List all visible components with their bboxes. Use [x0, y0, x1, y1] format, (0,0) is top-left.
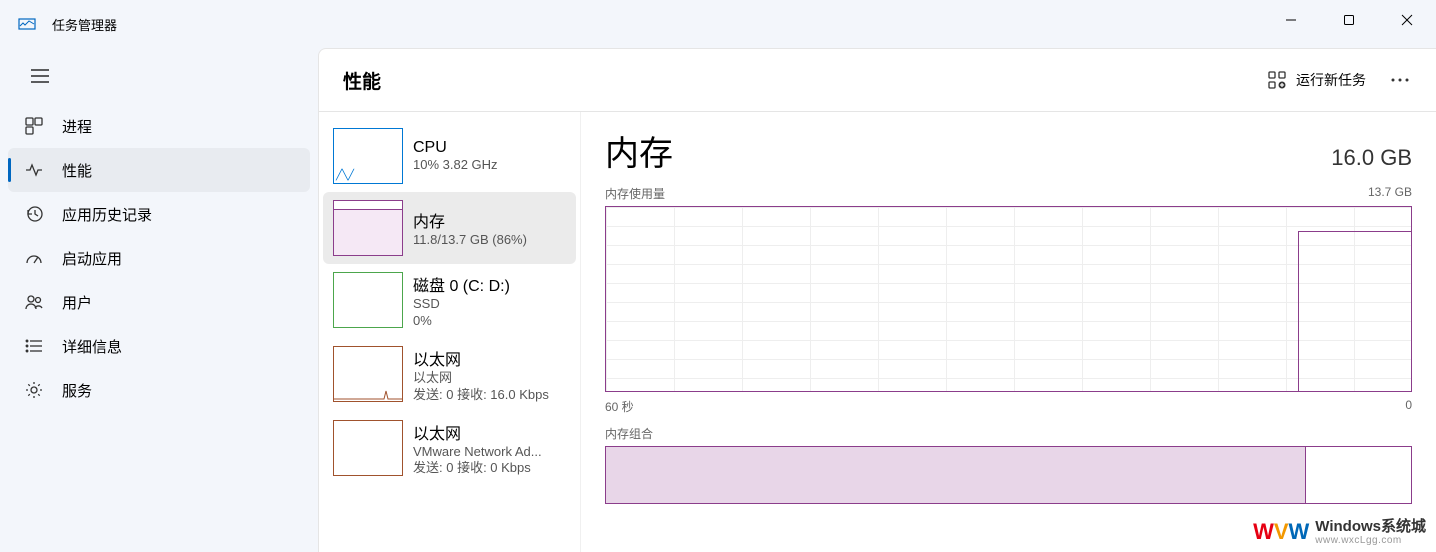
page-title: 性能 — [343, 67, 1256, 94]
perf-item-cpu[interactable]: ╱╲╱ CPU 10% 3.82 GHz — [323, 120, 576, 192]
perf-item-name: 以太网 — [413, 420, 542, 444]
watermark-logo: WVW — [1253, 519, 1309, 545]
history-icon — [24, 204, 44, 224]
watermark: WVW Windows系统城 www.wxcLgg.com — [1253, 519, 1426, 547]
usage-label: 内存使用量 — [605, 185, 665, 202]
titlebar: 任务管理器 — [0, 0, 1436, 48]
content-area: 性能 运行新任务 ╱╲╱ CPU 10% 3.82 GHz — [318, 48, 1436, 552]
perf-item-disk[interactable]: 磁盘 0 (C: D:) SSD 0% — [323, 264, 576, 338]
perf-item-sub2: 发送: 0 接收: 0 Kbps — [413, 460, 542, 477]
run-task-icon — [1268, 71, 1286, 89]
watermark-text: Windows系统城 — [1315, 519, 1426, 536]
x-axis-start: 60 秒 — [605, 398, 634, 415]
perf-category-list: ╱╲╱ CPU 10% 3.82 GHz 内存 11.8/13.7 GB (86… — [319, 112, 581, 552]
sidebar-item-label: 用户 — [62, 292, 92, 313]
memory-sparkline — [333, 200, 403, 256]
sidebar-item-label: 服务 — [62, 380, 92, 401]
run-task-label: 运行新任务 — [1296, 70, 1366, 90]
cpu-sparkline: ╱╲╱ — [333, 128, 403, 184]
sidebar-item-history[interactable]: 应用历史记录 — [8, 192, 310, 236]
sidebar-item-performance[interactable]: 性能 — [8, 148, 310, 192]
perf-item-name: 以太网 — [413, 346, 549, 370]
sidebar-item-processes[interactable]: 进程 — [8, 104, 310, 148]
minimize-button[interactable] — [1262, 0, 1320, 40]
perf-item-sub: SSD — [413, 296, 510, 313]
users-icon — [24, 292, 44, 312]
hamburger-button[interactable] — [16, 56, 64, 96]
perf-item-sub: 以太网 — [413, 370, 549, 387]
x-axis-end: 0 — [1405, 398, 1412, 415]
perf-item-ethernet-2[interactable]: 以太网 VMware Network Ad... 发送: 0 接收: 0 Kbp… — [323, 412, 576, 486]
list-icon — [24, 336, 44, 356]
perf-item-sub2: 0% — [413, 313, 510, 330]
ethernet-sparkline — [333, 420, 403, 476]
perf-item-name: 磁盘 0 (C: D:) — [413, 272, 510, 296]
watermark-url: www.wxcLgg.com — [1315, 535, 1426, 546]
perf-detail-panel: 内存 16.0 GB 内存使用量 13.7 GB 60 秒 0 内存组合 — [581, 112, 1436, 552]
window-title: 任务管理器 — [52, 15, 117, 34]
maximize-button[interactable] — [1320, 0, 1378, 40]
disk-sparkline — [333, 272, 403, 328]
perf-item-ethernet-1[interactable]: 以太网 以太网 发送: 0 接收: 16.0 Kbps — [323, 338, 576, 412]
sidebar-item-startup[interactable]: 启动应用 — [8, 236, 310, 280]
perf-item-sub2: 发送: 0 接收: 16.0 Kbps — [413, 387, 549, 404]
perf-item-memory[interactable]: 内存 11.8/13.7 GB (86%) — [323, 192, 576, 264]
more-button[interactable] — [1378, 78, 1422, 82]
ethernet-sparkline — [333, 346, 403, 402]
close-button[interactable] — [1378, 0, 1436, 40]
window-controls — [1262, 0, 1436, 40]
content-header: 性能 运行新任务 — [319, 49, 1436, 111]
gear-icon — [24, 380, 44, 400]
gauge-icon — [24, 248, 44, 268]
composition-label: 内存组合 — [605, 425, 1412, 442]
sidebar-item-services[interactable]: 服务 — [8, 368, 310, 412]
grid-icon — [24, 116, 44, 136]
sidebar-item-label: 进程 — [62, 116, 92, 137]
sidebar-item-details[interactable]: 详细信息 — [8, 324, 310, 368]
perf-item-name: 内存 — [413, 208, 527, 232]
sidebar-item-label: 应用历史记录 — [62, 204, 152, 225]
run-new-task-button[interactable]: 运行新任务 — [1256, 62, 1378, 98]
memory-usage-chart — [605, 206, 1412, 392]
perf-item-sub: 11.8/13.7 GB (86%) — [413, 232, 527, 249]
memory-composition-chart — [605, 446, 1412, 504]
app-icon — [18, 15, 36, 33]
detail-total-memory: 16.0 GB — [1331, 145, 1412, 171]
sidebar-item-label: 性能 — [62, 160, 92, 181]
perf-item-sub: 10% 3.82 GHz — [413, 157, 498, 174]
perf-item-sub: VMware Network Ad... — [413, 444, 542, 461]
sidebar-item-label: 启动应用 — [62, 248, 122, 269]
detail-title: 内存 — [605, 126, 673, 175]
usage-max: 13.7 GB — [1368, 185, 1412, 202]
sidebar-item-label: 详细信息 — [62, 336, 122, 357]
more-icon — [1391, 78, 1409, 82]
perf-item-name: CPU — [413, 139, 498, 157]
sidebar-item-users[interactable]: 用户 — [8, 280, 310, 324]
activity-icon — [24, 160, 44, 180]
sidebar: 进程 性能 应用历史记录 启动应用 用户 详细信息 服务 — [0, 48, 318, 552]
